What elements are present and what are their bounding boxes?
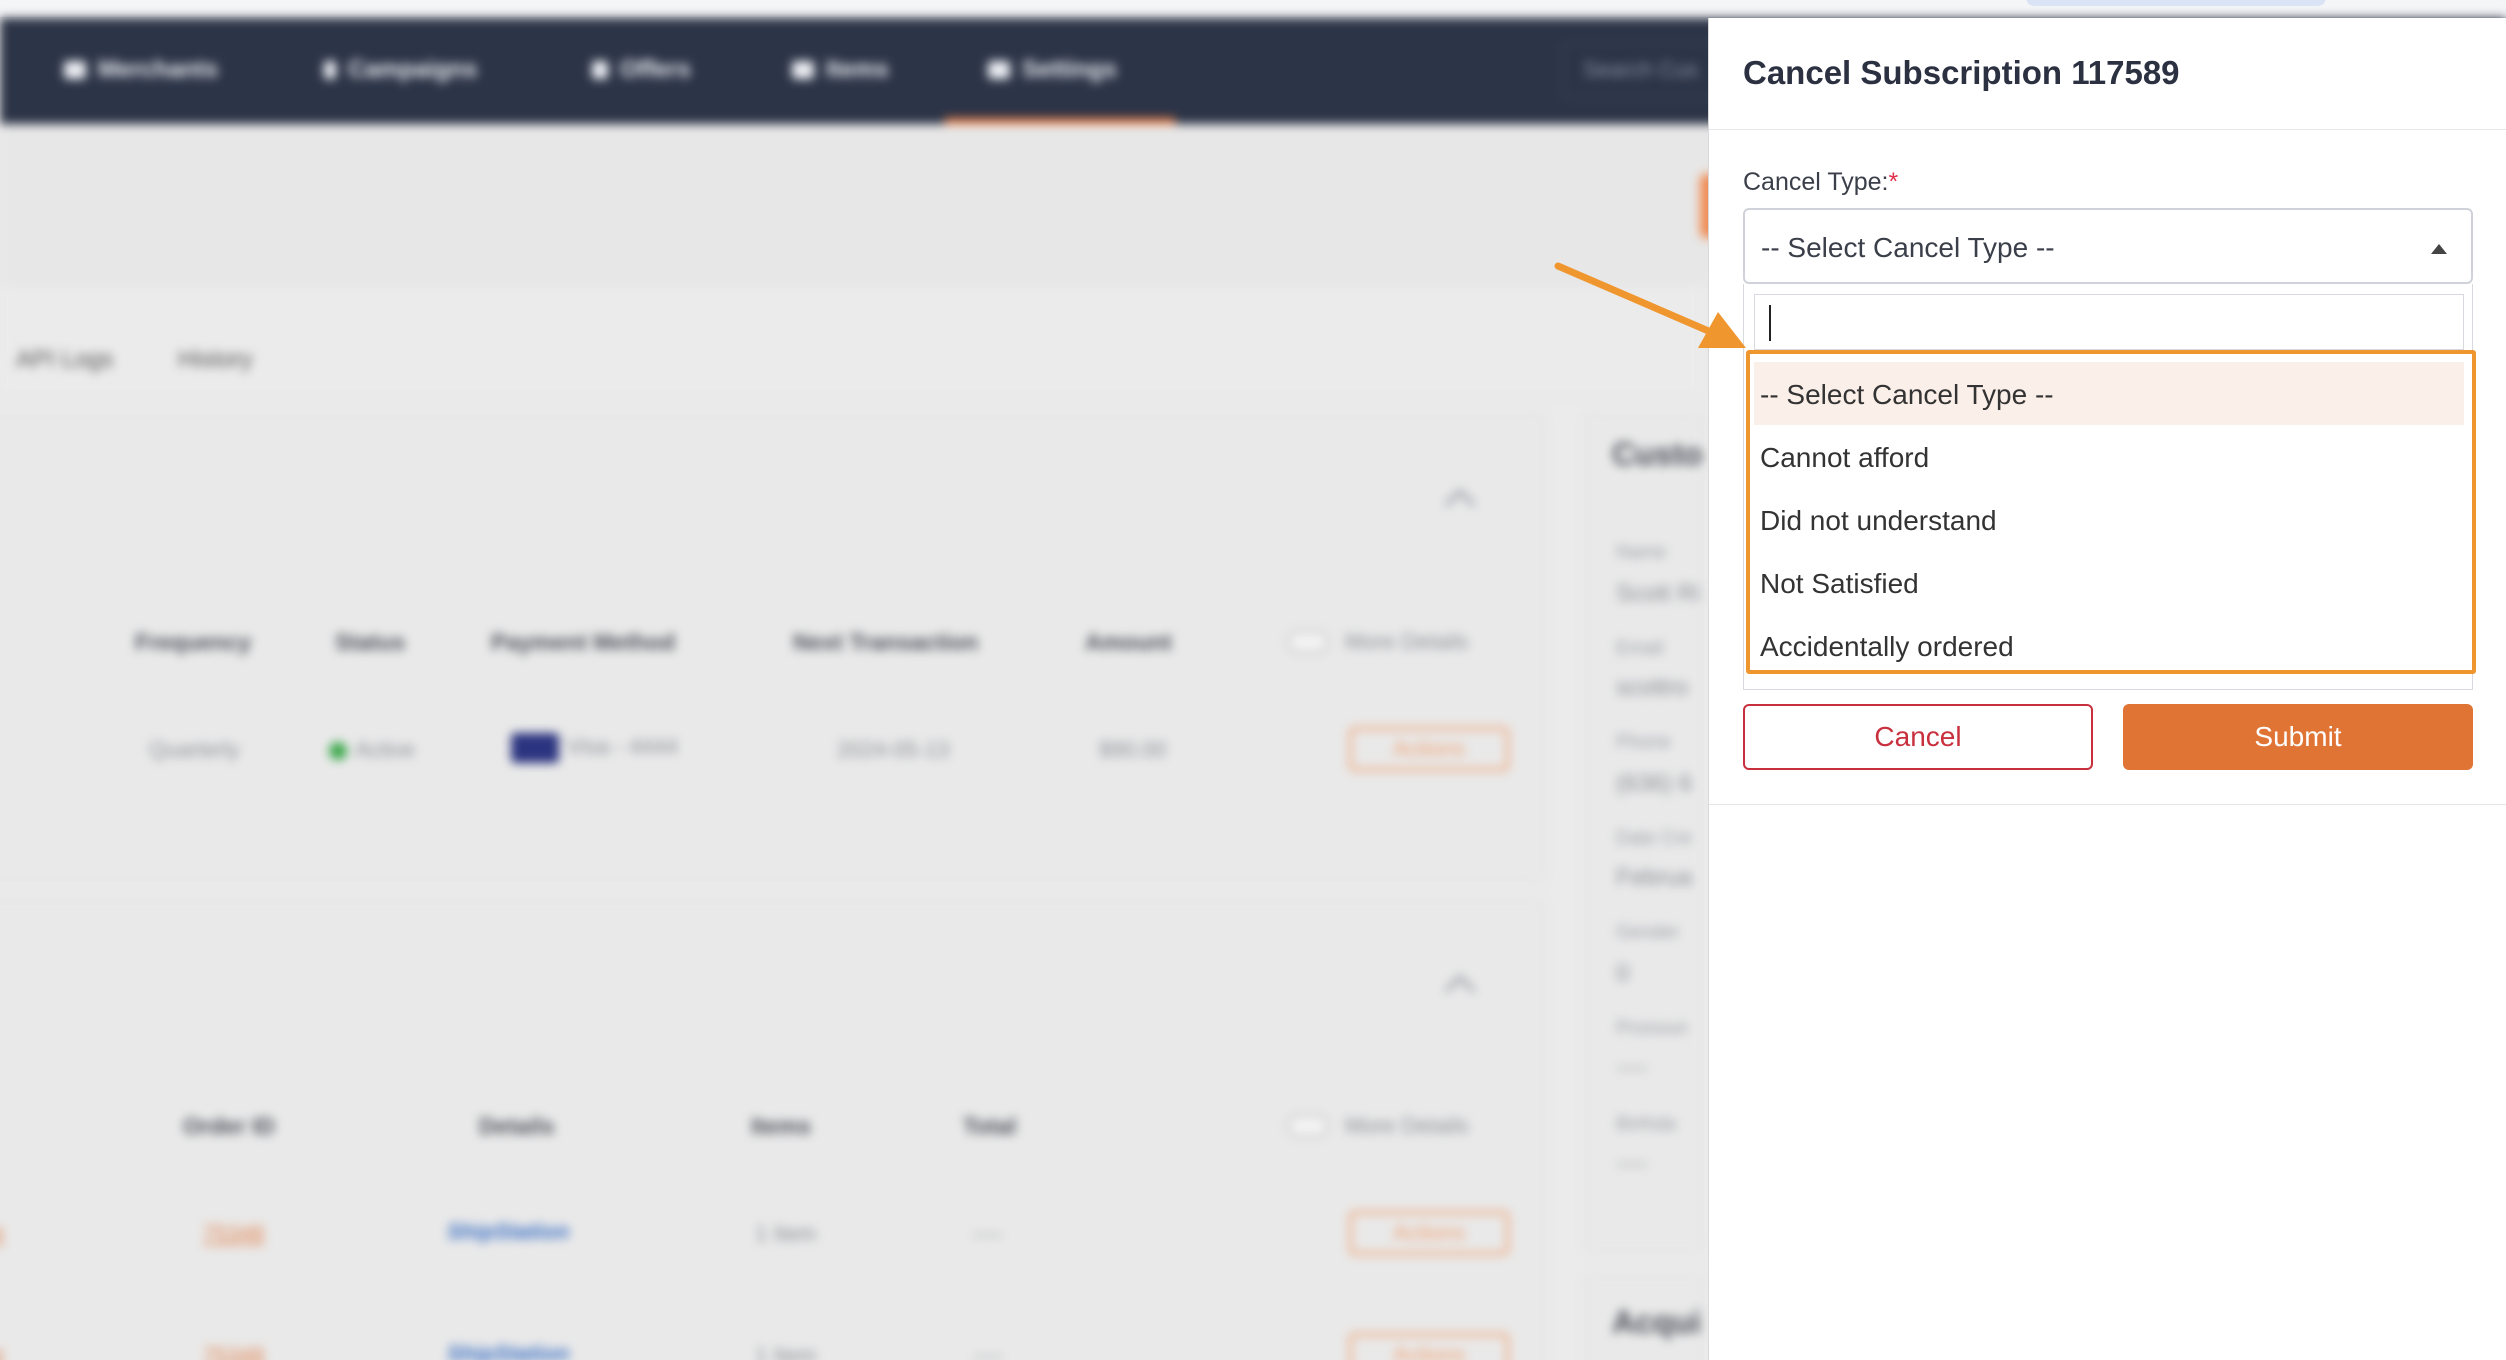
panel-header: Cancel Subscription 117589 [1709, 18, 2506, 130]
page: Merchants Campaigns Offers Items Setting… [0, 0, 2506, 1360]
tab-api-logs[interactable]: API Logs [16, 346, 113, 374]
tab-history[interactable]: History [178, 346, 253, 374]
cancel-button-label: Cancel [1874, 721, 1962, 752]
briefcase-icon [64, 61, 86, 79]
col-amount: Amount [1085, 629, 1172, 655]
cell-next-transaction: 2024-05-13 [837, 737, 950, 762]
shipstation-logo: ShipStation [447, 1341, 570, 1360]
panel-footer-divider [1709, 804, 2506, 805]
actions-label: Actions [1392, 1342, 1466, 1360]
field-label: Date Cre [1616, 828, 1693, 849]
nav-item-offers[interactable]: Offers [592, 52, 691, 88]
orders-card: Order ID Details Items Total More Detail… [0, 898, 1545, 1360]
cancel-type-label: Cancel Type:* [1743, 168, 1898, 197]
field-label: Name [1616, 542, 1667, 563]
field-label: Pronoun [1616, 1018, 1688, 1039]
shipstation-logo: ShipStation [447, 1219, 570, 1244]
more-details-label: More Details [1345, 629, 1469, 654]
field-label: Email [1616, 638, 1664, 659]
actions-button[interactable]: Actions [1349, 1211, 1509, 1255]
caret-up-icon [2431, 244, 2447, 254]
actions-label: Actions [1392, 1220, 1466, 1245]
field-value: Februa [1616, 864, 1693, 891]
cancel-type-select[interactable]: -- Select Cancel Type -- [1743, 208, 2473, 284]
field-value: 0 [1616, 960, 1630, 987]
actions-button[interactable]: Actions [1349, 1333, 1509, 1360]
wrench-icon [988, 61, 1010, 79]
box-icon [792, 61, 814, 79]
nav-item-settings[interactable]: Settings [988, 52, 1117, 88]
browser-strip [0, 0, 2506, 18]
text-cursor [1769, 305, 1771, 341]
order-id-link[interactable]: 75348 [203, 1221, 264, 1247]
cell-total: ---- [973, 1343, 1003, 1360]
customer-search-input[interactable]: Search Cus [1562, 42, 1722, 98]
col-order-id: Order ID [183, 1113, 276, 1139]
field-value: Scott Ri [1616, 580, 1701, 607]
annotation-arrow-icon [1554, 262, 1746, 348]
field-value: (636) 6 [1616, 770, 1693, 797]
status-text: Active [355, 737, 415, 762]
nav-label: Settings [1022, 56, 1117, 83]
field-value: scottro [1616, 674, 1689, 701]
nav-item-merchants[interactable]: Merchants [64, 52, 218, 88]
col-next-transaction: Next Transaction [793, 629, 979, 655]
field-label: Phone [1616, 732, 1671, 753]
cell-total: ---- [973, 1221, 1003, 1246]
actions-button[interactable]: Actions [1349, 727, 1509, 771]
cell-items: 1 Item [755, 1343, 817, 1360]
cancel-type-label-text: Cancel Type: [1743, 168, 1889, 196]
cell-status: Active [329, 737, 415, 763]
cell-payment: Visa - 4444 [511, 733, 678, 763]
select-current-value: -- Select Cancel Type -- [1761, 232, 2055, 263]
field-label: Gender [1616, 922, 1680, 943]
actions-label: Actions [1392, 736, 1466, 761]
required-asterisk: * [1888, 168, 1899, 196]
acquisition-card-title: Acqui [1612, 1304, 1701, 1340]
tabs-row: API Logs History [0, 284, 1700, 396]
field-value: ---- [1616, 1054, 1648, 1081]
tag-icon [592, 61, 608, 79]
cell-items: 1 Item [755, 1221, 817, 1246]
status-active-icon [329, 742, 347, 761]
cancel-button[interactable]: Cancel [1743, 704, 2093, 770]
col-items: Items [751, 1113, 812, 1139]
col-payment-method: Payment Method [491, 629, 676, 655]
col-frequency: Frequency [135, 629, 252, 655]
nav-item-campaigns[interactable]: Campaigns [324, 52, 477, 88]
col-total: Total [963, 1113, 1017, 1139]
nav-label: Offers [620, 56, 691, 83]
order-type-link[interactable]: nt [0, 1343, 3, 1360]
col-status: Status [335, 629, 406, 655]
collapse-chevron-icon[interactable] [1444, 974, 1476, 1006]
order-type-link[interactable]: nt [0, 1221, 3, 1247]
nav-label: Items [826, 56, 889, 83]
field-value: ---- [1616, 1150, 1648, 1177]
order-id-link[interactable]: 75348 [203, 1343, 264, 1360]
cell-amount: $90.00 [1099, 737, 1167, 762]
cancel-subscription-panel: Cancel Subscription 117589 Cancel Type:*… [1708, 18, 2506, 1360]
nav-label: Merchants [98, 56, 219, 83]
col-details: Details [479, 1113, 555, 1139]
visa-card-icon [511, 733, 559, 763]
payment-text: Visa - 4444 [567, 733, 678, 759]
annotation-highlight-box [1746, 350, 2476, 674]
dropdown-search-input[interactable] [1754, 294, 2464, 350]
more-details-toggle[interactable] [1287, 631, 1329, 653]
customer-card-title: Custo [1612, 436, 1703, 472]
more-details-label: More Details [1345, 1113, 1469, 1138]
submit-button-label: Submit [2254, 721, 2342, 752]
nav-item-items[interactable]: Items [792, 52, 889, 88]
browser-pill [2026, 0, 2326, 6]
submit-button[interactable]: Submit [2123, 704, 2473, 770]
nav-label: Campaigns [348, 56, 478, 83]
collapse-chevron-icon[interactable] [1444, 488, 1476, 520]
panel-title: Cancel Subscription 117589 [1743, 54, 2180, 91]
subscriptions-card: Frequency Status Payment Method Next Tra… [0, 414, 1545, 882]
more-details-toggle[interactable] [1287, 1115, 1329, 1137]
field-label: Birthda [1616, 1114, 1677, 1135]
cell-frequency: Quarterly [149, 737, 240, 762]
megaphone-icon [324, 61, 336, 79]
